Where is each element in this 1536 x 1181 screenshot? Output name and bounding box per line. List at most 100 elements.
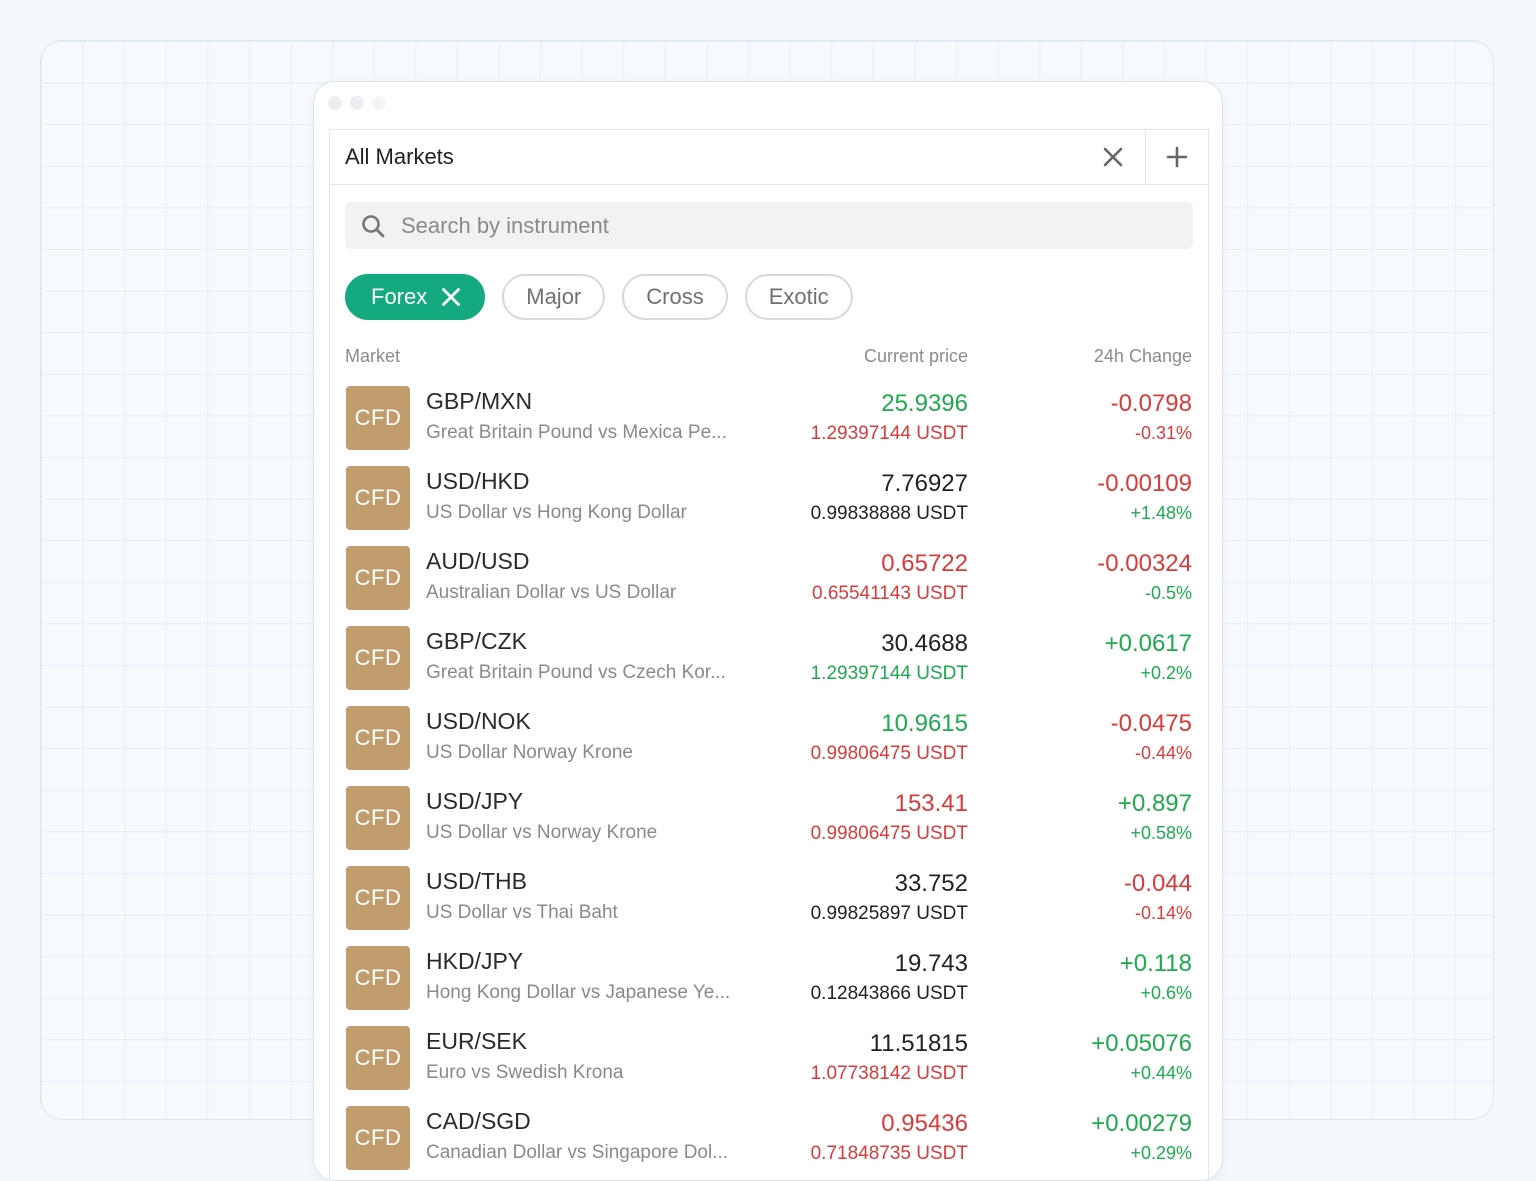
current-price: 0.95436 bbox=[881, 1110, 968, 1137]
usdt-price: 1.29397144 USDT bbox=[810, 663, 968, 684]
market-row[interactable]: CFD USD/THB US Dollar vs Thai Baht 33.75… bbox=[346, 866, 1192, 946]
current-price: 19.743 bbox=[894, 950, 968, 977]
market-name: US Dollar vs Hong Kong Dollar bbox=[426, 502, 687, 523]
market-row[interactable]: CFD AUD/USD Australian Dollar vs US Doll… bbox=[346, 546, 1192, 626]
change-value: +0.00279 bbox=[1091, 1110, 1192, 1137]
change-percent: -0.31% bbox=[1134, 423, 1192, 443]
usdt-price: 1.29397144 USDT bbox=[810, 423, 968, 444]
cfd-badge: CFD bbox=[346, 1026, 410, 1090]
window-dot-close[interactable] bbox=[328, 96, 342, 110]
filter-chip-label: Exotic bbox=[768, 284, 829, 309]
market-name: US Dollar vs Thai Baht bbox=[426, 902, 618, 923]
search-input[interactable] bbox=[399, 211, 1163, 240]
cfd-badge: CFD bbox=[346, 466, 410, 530]
market-symbol: EUR/SEK bbox=[426, 1028, 527, 1054]
current-price: 11.51815 bbox=[869, 1030, 968, 1057]
plus-icon bbox=[1166, 146, 1188, 168]
market-symbol: GBP/CZK bbox=[426, 628, 527, 654]
market-symbol: USD/HKD bbox=[426, 468, 530, 494]
usdt-price: 0.12843866 USDT bbox=[810, 983, 968, 1004]
market-row[interactable]: CFD GBP/CZK Great Britain Pound vs Czech… bbox=[346, 626, 1192, 706]
change-value: -0.0475 bbox=[1110, 710, 1192, 737]
cfd-badge: CFD bbox=[346, 546, 410, 610]
change-percent: +0.44% bbox=[1130, 1063, 1192, 1083]
panel-header: All Markets bbox=[330, 130, 1208, 185]
cfd-badge: CFD bbox=[346, 1106, 410, 1170]
market-symbol: USD/NOK bbox=[426, 708, 531, 734]
filter-chip-label: Forex bbox=[371, 284, 428, 309]
market-name: US Dollar Norway Krone bbox=[426, 742, 633, 763]
change-percent: +0.6% bbox=[1140, 983, 1192, 1003]
usdt-price: 0.65541143 USDT bbox=[812, 583, 968, 604]
market-list: CFD GBP/MXN Great Britain Pound vs Mexic… bbox=[346, 386, 1192, 1180]
change-value: -0.00324 bbox=[1097, 550, 1192, 577]
add-panel-button[interactable] bbox=[1145, 130, 1208, 184]
usdt-price: 0.99806475 USDT bbox=[810, 743, 968, 764]
market-name: Great Britain Pound vs Czech Kor... bbox=[426, 662, 726, 683]
market-row[interactable]: CFD USD/JPY US Dollar vs Norway Krone 15… bbox=[346, 786, 1192, 866]
change-value: +0.897 bbox=[1117, 790, 1192, 817]
current-price: 153.41 bbox=[894, 790, 968, 817]
window-dot-maximize[interactable] bbox=[372, 96, 386, 110]
cfd-badge: CFD bbox=[346, 626, 410, 690]
column-header-change[interactable]: 24h Change bbox=[1094, 346, 1192, 367]
filter-chip-label: Major bbox=[526, 284, 582, 309]
usdt-price: 0.99838888 USDT bbox=[810, 503, 968, 524]
current-price: 10.9615 bbox=[881, 710, 968, 737]
remove-filter-icon[interactable] bbox=[441, 287, 461, 307]
market-symbol: AUD/USD bbox=[426, 548, 530, 574]
market-symbol: USD/JPY bbox=[426, 788, 524, 814]
market-row[interactable]: CFD USD/HKD US Dollar vs Hong Kong Dolla… bbox=[346, 466, 1192, 546]
change-percent: -0.5% bbox=[1144, 583, 1192, 603]
market-row[interactable]: CFD HKD/JPY Hong Kong Dollar vs Japanese… bbox=[346, 946, 1192, 1026]
market-symbol: HKD/JPY bbox=[426, 948, 524, 974]
window-controls bbox=[328, 96, 386, 110]
filter-chip-forex[interactable]: Forex bbox=[345, 274, 486, 320]
column-header-market[interactable]: Market bbox=[345, 346, 400, 367]
change-percent: +0.58% bbox=[1130, 823, 1192, 843]
market-row[interactable]: CFD CAD/SGD Canadian Dollar vs Singapore… bbox=[346, 1106, 1192, 1180]
change-percent: +0.29% bbox=[1130, 1143, 1192, 1163]
window-dot-minimize[interactable] bbox=[350, 96, 364, 110]
cfd-badge: CFD bbox=[346, 386, 410, 450]
market-name: Euro vs Swedish Krona bbox=[426, 1062, 624, 1083]
current-price: 0.65722 bbox=[881, 550, 968, 577]
market-name: Great Britain Pound vs Mexica Pe... bbox=[426, 422, 727, 443]
cfd-badge: CFD bbox=[346, 866, 410, 930]
panel-title: All Markets bbox=[345, 144, 454, 169]
filter-chip-major[interactable]: Major bbox=[502, 274, 606, 320]
close-icon bbox=[1103, 147, 1123, 167]
change-value: -0.00109 bbox=[1097, 470, 1192, 497]
cfd-badge: CFD bbox=[346, 946, 410, 1010]
market-name: US Dollar vs Norway Krone bbox=[426, 822, 658, 843]
change-percent: -0.44% bbox=[1134, 743, 1192, 763]
market-symbol: CAD/SGD bbox=[426, 1108, 531, 1134]
filter-chip-cross[interactable]: Cross bbox=[622, 274, 728, 320]
change-value: +0.0617 bbox=[1104, 630, 1192, 657]
usdt-price: 0.99806475 USDT bbox=[810, 823, 968, 844]
filter-chip-label: Cross bbox=[646, 284, 704, 309]
change-value: -0.0798 bbox=[1110, 390, 1192, 417]
market-row[interactable]: CFD EUR/SEK Euro vs Swedish Krona 11.518… bbox=[346, 1026, 1192, 1106]
usdt-price: 0.99825897 USDT bbox=[810, 903, 968, 924]
market-name: Hong Kong Dollar vs Japanese Ye... bbox=[426, 982, 731, 1003]
change-value: +0.118 bbox=[1119, 950, 1192, 977]
change-percent: +0.2% bbox=[1140, 663, 1192, 683]
filter-chip-exotic[interactable]: Exotic bbox=[744, 274, 853, 320]
filter-chips: Forex Major Cross Exotic bbox=[345, 274, 853, 320]
column-header-price[interactable]: Current price bbox=[864, 346, 968, 367]
change-percent: -0.14% bbox=[1134, 903, 1192, 923]
market-symbol: GBP/MXN bbox=[426, 388, 533, 414]
search-bar bbox=[345, 202, 1193, 249]
current-price: 7.76927 bbox=[881, 470, 968, 497]
current-price: 25.9396 bbox=[881, 390, 968, 417]
market-row[interactable]: CFD USD/NOK US Dollar Norway Krone 10.96… bbox=[346, 706, 1192, 786]
search-icon bbox=[362, 214, 385, 237]
market-name: Canadian Dollar vs Singapore Dol... bbox=[426, 1142, 729, 1163]
cfd-badge: CFD bbox=[346, 786, 410, 850]
current-price: 30.4688 bbox=[881, 630, 968, 657]
markets-panel: All Markets Forex bbox=[329, 129, 1209, 1180]
market-row[interactable]: CFD GBP/MXN Great Britain Pound vs Mexic… bbox=[346, 386, 1192, 466]
app-window: All Markets Forex bbox=[313, 81, 1223, 1181]
close-panel-button[interactable] bbox=[1082, 130, 1144, 184]
